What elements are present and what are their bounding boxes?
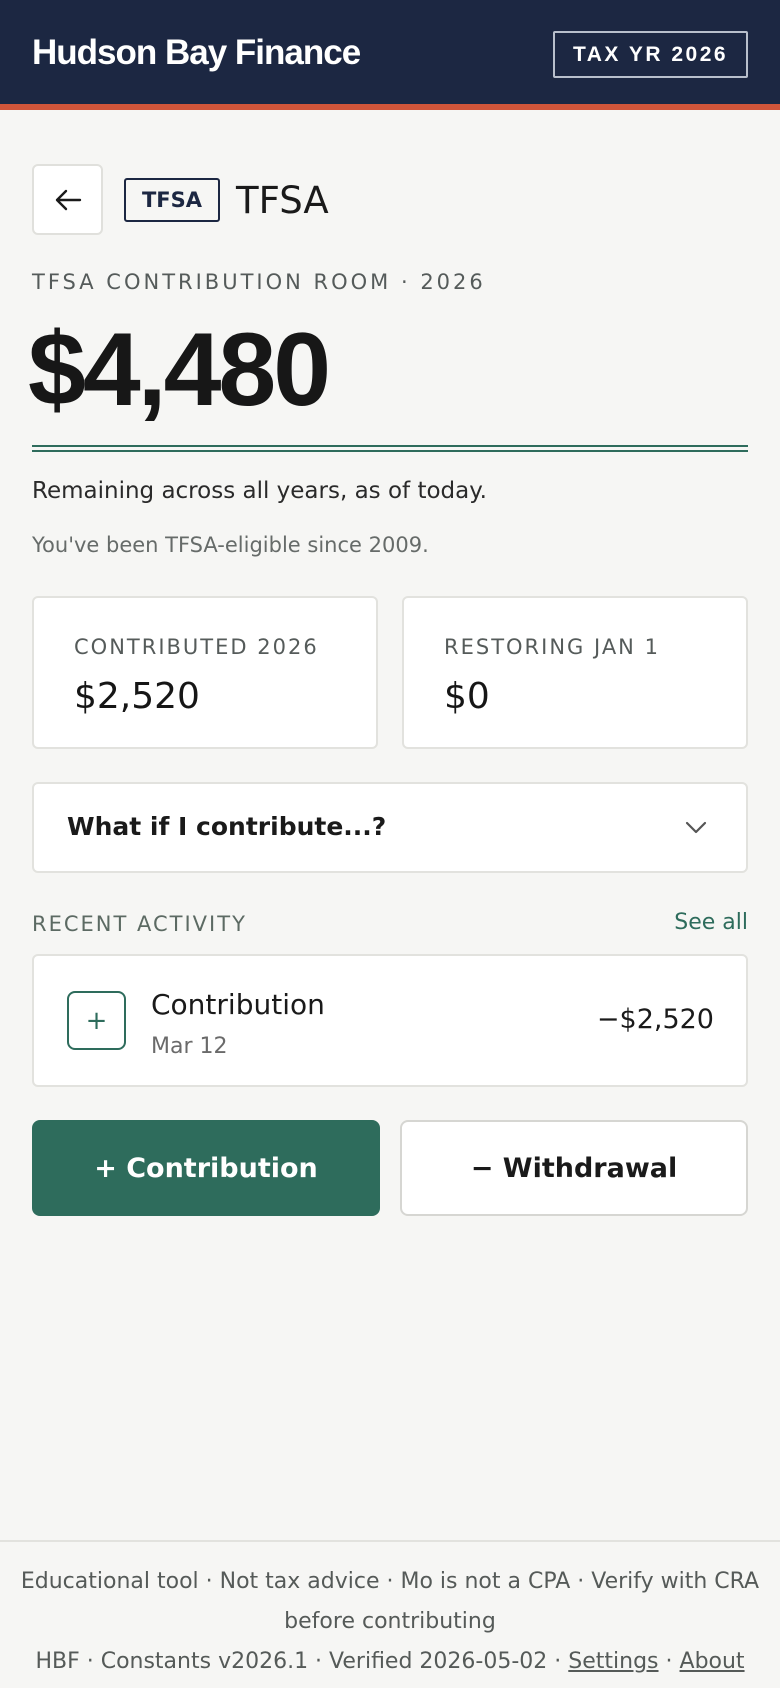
eligible-text: You've been TFSA-eligible since 2009. — [32, 533, 429, 557]
stat-label: RESTORING JAN 1 — [444, 635, 660, 659]
stat-card-contributed: CONTRIBUTED 2026 $2,520 — [32, 596, 378, 749]
add-contribution-button[interactable]: + Contribution — [32, 1120, 380, 1216]
chevron-down-icon — [685, 821, 707, 834]
arrow-left-icon — [55, 189, 81, 210]
footer: Educational tool · Not tax advice · Mo i… — [0, 1540, 780, 1688]
activity-title: Contribution — [151, 988, 325, 1021]
see-all-link[interactable]: See all — [674, 910, 748, 935]
what-if-question: What if I contribute...? — [67, 812, 387, 841]
app-header: Hudson Bay Finance TAX YR 2026 — [0, 0, 780, 110]
stat-card-restoring: RESTORING JAN 1 $0 — [402, 596, 748, 749]
page-title: TFSA — [236, 179, 329, 222]
back-button[interactable] — [32, 164, 103, 235]
plus-icon: + — [67, 991, 126, 1050]
disclaimer-text: Educational tool · Not tax advice · Mo i… — [20, 1569, 760, 1634]
brand-title: Hudson Bay Finance — [32, 33, 361, 72]
stat-value: $0 — [444, 676, 490, 717]
contribution-room-amount: $4,480 — [28, 312, 331, 428]
about-link[interactable]: About — [680, 1649, 745, 1674]
divider — [32, 445, 748, 452]
version-text: HBF · Constants v2026.1 · Verified 2026-… — [35, 1649, 562, 1674]
footer-separator: · — [665, 1649, 673, 1674]
activity-date: Mar 12 — [151, 1034, 228, 1059]
activity-row[interactable]: + Contribution Mar 12 −$2,520 — [32, 954, 748, 1087]
recent-activity-heading: RECENT ACTIVITY — [32, 912, 247, 936]
stat-label: CONTRIBUTED 2026 — [74, 635, 319, 659]
settings-link[interactable]: Settings — [568, 1649, 658, 1674]
add-withdrawal-button[interactable]: − Withdrawal — [400, 1120, 748, 1216]
activity-amount: −$2,520 — [596, 1004, 714, 1035]
contribution-room-label: TFSA CONTRIBUTION ROOM · 2026 — [32, 270, 486, 294]
stat-value: $2,520 — [74, 676, 200, 717]
footer-meta: HBF · Constants v2026.1 · Verified 2026-… — [0, 1642, 780, 1682]
remaining-text: Remaining across all years, as of today. — [32, 478, 487, 504]
tax-year-badge[interactable]: TAX YR 2026 — [553, 31, 748, 78]
what-if-expander[interactable]: What if I contribute...? — [32, 782, 748, 873]
account-type-tag: TFSA — [124, 178, 220, 222]
